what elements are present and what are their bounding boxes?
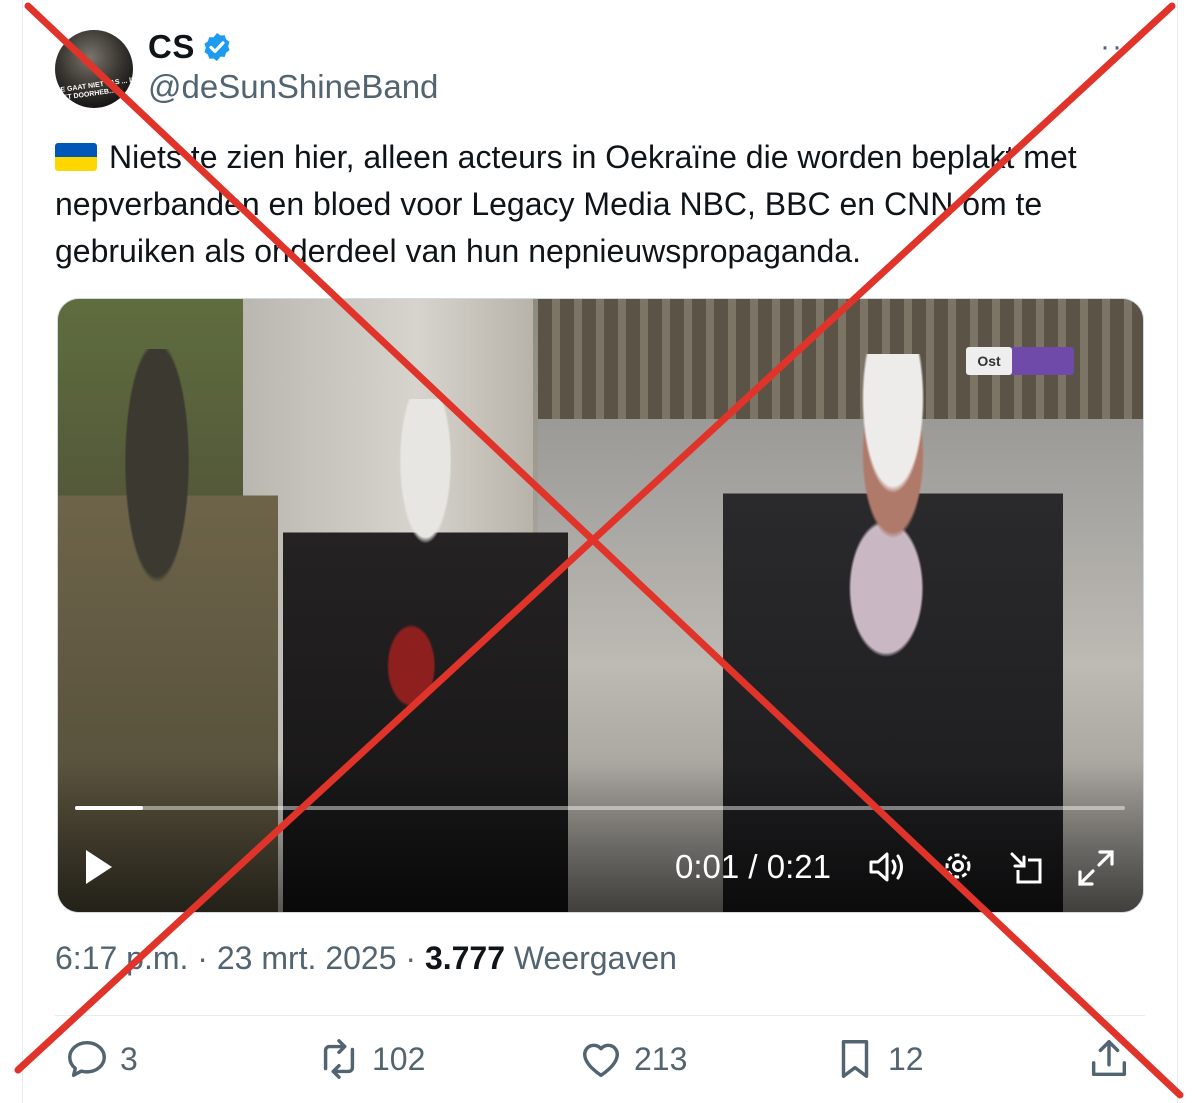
tweet-text: Niets te zien hier, alleen acteurs in Oe… [55, 134, 1145, 275]
ukraine-flag-icon [55, 143, 97, 171]
like-icon [582, 1043, 620, 1078]
bookmark-icon [841, 1040, 869, 1078]
repost-button[interactable]: 102 [316, 1036, 425, 1082]
author-handle[interactable]: @deSunShineBand [148, 68, 438, 106]
video-timecode: 0:01 / 0:21 [675, 848, 831, 885]
share-icon [1091, 1040, 1127, 1077]
reply-button[interactable]: 3 [64, 1036, 138, 1082]
video-progress-fill [75, 806, 144, 810]
repost-count: 102 [372, 1040, 426, 1077]
bookmark-button[interactable]: 12 [832, 1036, 924, 1082]
video-player[interactable]: Ost [57, 298, 1144, 913]
dock-icon[interactable] [1008, 850, 1044, 886]
play-icon[interactable] [84, 848, 114, 886]
views-label: Weergaven [513, 940, 677, 976]
divider [55, 1015, 1145, 1016]
reply-icon [68, 1040, 106, 1078]
settings-icon[interactable] [940, 848, 976, 884]
video-progress-bar[interactable] [75, 806, 1125, 810]
fullscreen-icon[interactable] [1076, 848, 1116, 888]
bookmark-count: 12 [888, 1040, 924, 1077]
meta-separator: · [197, 940, 208, 976]
video-controls-shade [58, 762, 1143, 912]
share-button[interactable] [1086, 1036, 1142, 1082]
tweet-metadata: 6:17 p.m. · 23 mrt. 2025 · 3.777 Weergav… [55, 940, 677, 977]
tweet-date[interactable]: 23 mrt. 2025 [217, 940, 397, 976]
tweet-body: Niets te zien hier, alleen acteurs in Oe… [55, 139, 1077, 269]
volume-icon[interactable] [868, 850, 908, 884]
views-count: 3.777 [424, 940, 506, 976]
tweet-time[interactable]: 6:17 p.m. [55, 940, 188, 976]
author-name-row: CS [148, 28, 233, 66]
like-button[interactable]: 213 [578, 1036, 687, 1082]
more-icon[interactable]: ·· [1100, 30, 1124, 64]
repost-icon [323, 1039, 355, 1079]
like-count: 213 [634, 1040, 688, 1077]
avatar[interactable]: JE GAAT NIET PAS ... IS HET DOORHEB... [55, 30, 133, 108]
verified-badge-icon [204, 33, 230, 61]
reply-count: 3 [120, 1040, 138, 1077]
author-display-name[interactable]: CS [148, 28, 195, 66]
meta-separator: · [405, 940, 417, 976]
